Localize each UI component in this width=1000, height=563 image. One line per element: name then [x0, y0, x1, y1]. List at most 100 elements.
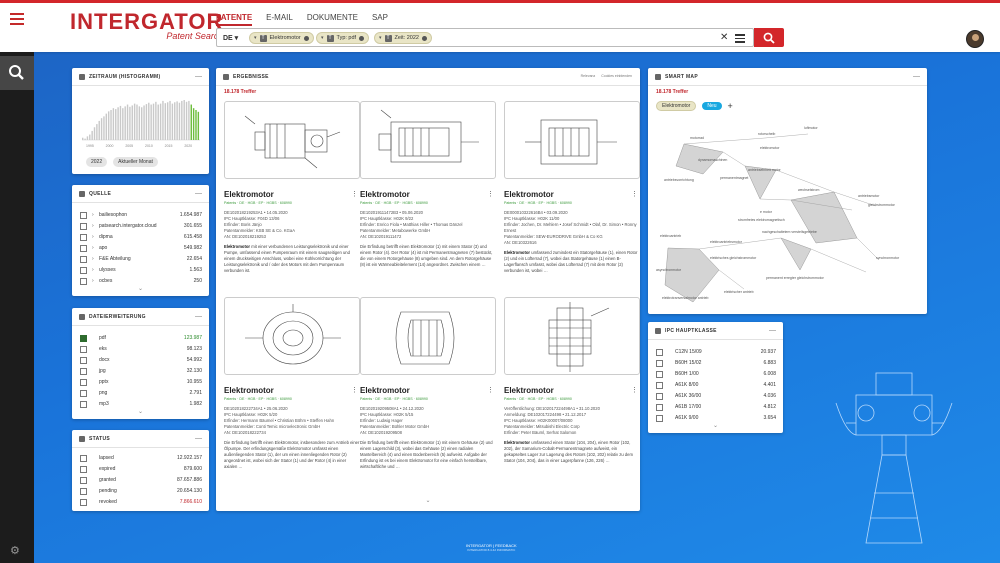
checkbox[interactable]	[656, 381, 663, 389]
checkbox[interactable]	[80, 356, 87, 364]
histogram-bar[interactable]	[119, 105, 122, 140]
map-node[interactable]: asynchronmotor	[656, 268, 681, 272]
checkbox[interactable]	[80, 277, 87, 285]
more-options-icon[interactable]: ⋮	[631, 190, 638, 198]
map-node[interactable]: elektroantriebsmotor	[710, 240, 742, 244]
result-title[interactable]: Elektromotor	[224, 386, 360, 395]
histogram-bar[interactable]	[96, 124, 98, 140]
collapse-icon[interactable]: —	[769, 327, 776, 334]
filter-chip-elektromotor[interactable]: ▾ T Elektromotor	[249, 32, 314, 44]
map-node[interactable]: antriebsvorrichtung	[664, 178, 694, 182]
histogram-bar[interactable]	[89, 134, 91, 140]
result-title[interactable]: Elektromotor	[224, 190, 360, 199]
chevron-down-icon[interactable]: ▾	[321, 35, 324, 41]
histogram-bar[interactable]	[164, 103, 167, 140]
histogram-bar[interactable]	[150, 104, 152, 140]
checkbox[interactable]	[656, 348, 663, 356]
histogram-bar[interactable]	[162, 100, 164, 140]
histogram-bar[interactable]	[197, 111, 200, 140]
filter-chip-typ[interactable]: ▾ T Typ: pdf	[316, 32, 370, 44]
checkbox-checked[interactable]	[80, 334, 87, 342]
histogram-bar[interactable]	[138, 106, 141, 140]
histogram-bar[interactable]	[129, 106, 131, 140]
patent-drawing[interactable]	[224, 101, 360, 179]
result-title[interactable]: Elektromotor	[504, 190, 640, 199]
list-item[interactable]: C12N 15/09 20.937	[656, 347, 776, 357]
remove-chip-icon[interactable]	[359, 35, 365, 41]
histogram-bar[interactable]	[100, 118, 103, 140]
collapse-icon[interactable]: —	[195, 73, 202, 80]
checkbox[interactable]	[80, 465, 87, 473]
map-node[interactable]: wechselstrom	[798, 188, 819, 192]
checkbox[interactable]	[656, 392, 663, 400]
histogram-bar[interactable]	[103, 116, 105, 140]
search-button[interactable]	[754, 28, 784, 47]
show-more-chevron-icon[interactable]: ⌄	[72, 408, 209, 415]
histogram-bar[interactable]	[98, 120, 100, 140]
map-node[interactable]: elektrisches gleichstrommotor	[710, 256, 756, 260]
list-item[interactable]: A61K 8/00 4.401	[656, 380, 776, 390]
checkbox[interactable]	[80, 378, 87, 386]
patent-drawing[interactable]	[224, 297, 360, 375]
histogram-bar[interactable]	[176, 101, 178, 140]
map-node[interactable]: motorrad	[690, 136, 704, 140]
nav-tab-patente[interactable]: PATENTE	[216, 13, 253, 26]
list-item[interactable]: › F&E Abteilung 22.654	[80, 254, 202, 264]
remove-chip-icon[interactable]	[303, 35, 309, 41]
more-options-icon[interactable]: ⋮	[487, 190, 494, 198]
histogram-bar[interactable]	[166, 102, 169, 140]
patent-drawing[interactable]	[360, 297, 496, 375]
checkbox[interactable]	[80, 367, 87, 375]
map-node[interactable]: nachgeschaltetem verstellsgetriebe	[762, 230, 817, 234]
patent-drawing[interactable]	[504, 297, 640, 375]
more-options-icon[interactable]: ⋮	[351, 386, 358, 394]
histogram-bar[interactable]	[181, 100, 183, 140]
checkbox[interactable]	[80, 487, 87, 495]
list-item[interactable]: expired 879.600	[80, 464, 202, 474]
list-item[interactable]: eks 98.123	[80, 344, 202, 354]
settings-gear-icon[interactable]: ⚙	[10, 544, 20, 557]
user-avatar[interactable]	[966, 30, 984, 48]
collapse-icon[interactable]: —	[195, 435, 202, 442]
language-select[interactable]: DE ▾	[223, 34, 238, 42]
result-title[interactable]: Elektromotor	[360, 386, 496, 395]
show-more-chevron-icon[interactable]: ⌄	[648, 422, 783, 429]
histogram-chart[interactable]: 1995 2000 2005 2010 2015 2020	[72, 88, 209, 153]
map-node[interactable]: stromfreies elektromagnetisch	[738, 218, 785, 222]
histogram-bar[interactable]	[107, 111, 110, 140]
sort-relevance-control[interactable]: Relevanz	[581, 74, 596, 78]
chevron-right-icon[interactable]: ›	[92, 245, 99, 251]
result-card[interactable]: Elektromotor ⋮ Patents · DE · HGB · EP ·…	[224, 101, 360, 274]
map-node[interactable]: gleichstrommotor	[868, 203, 895, 207]
map-chip-neu[interactable]: Neu	[702, 102, 722, 110]
histogram-bar[interactable]	[192, 108, 195, 140]
histogram-bar[interactable]	[126, 104, 129, 140]
current-month-button[interactable]: Aktueller Monat	[113, 157, 158, 167]
chevron-down-icon[interactable]: ▾	[254, 35, 257, 41]
patent-drawing[interactable]	[360, 101, 496, 179]
checkbox[interactable]	[80, 498, 87, 506]
list-item[interactable]: B60H 15/02 6.883	[656, 358, 776, 368]
checkbox[interactable]	[656, 359, 663, 367]
checkbox[interactable]	[656, 414, 663, 422]
histogram-bar[interactable]	[174, 102, 176, 140]
histogram-bar[interactable]	[84, 138, 86, 140]
search-input[interactable]: DE ▾ ▾ T Elektromotor ▾ T Typ: pdf ▾ T Z…	[216, 28, 754, 47]
chevron-right-icon[interactable]: ›	[92, 212, 99, 218]
histogram-bar[interactable]	[122, 108, 124, 140]
nav-tab-email[interactable]: E-MAIL	[266, 13, 293, 26]
checkbox[interactable]	[80, 454, 87, 462]
histogram-bar[interactable]	[159, 103, 162, 140]
checkbox[interactable]	[80, 345, 87, 353]
histogram-bar[interactable]	[183, 100, 185, 140]
chevron-right-icon[interactable]: ›	[92, 278, 99, 284]
histogram-bar[interactable]	[131, 105, 133, 140]
map-node[interactable]: rotorscheib	[758, 132, 775, 136]
list-item[interactable]: › patsearch.intergator.cloud 301.655	[80, 221, 202, 231]
result-card[interactable]: Elektromotor ⋮ Patents · DE · HGB · EP ·…	[504, 297, 640, 464]
map-node[interactable]: permanentmagnet	[720, 176, 748, 180]
checkbox[interactable]	[80, 255, 87, 263]
list-item[interactable]: lapsed 12.922.157	[80, 453, 202, 463]
nav-tab-sap[interactable]: SAP	[372, 13, 388, 26]
collapse-icon[interactable]: —	[913, 73, 920, 80]
